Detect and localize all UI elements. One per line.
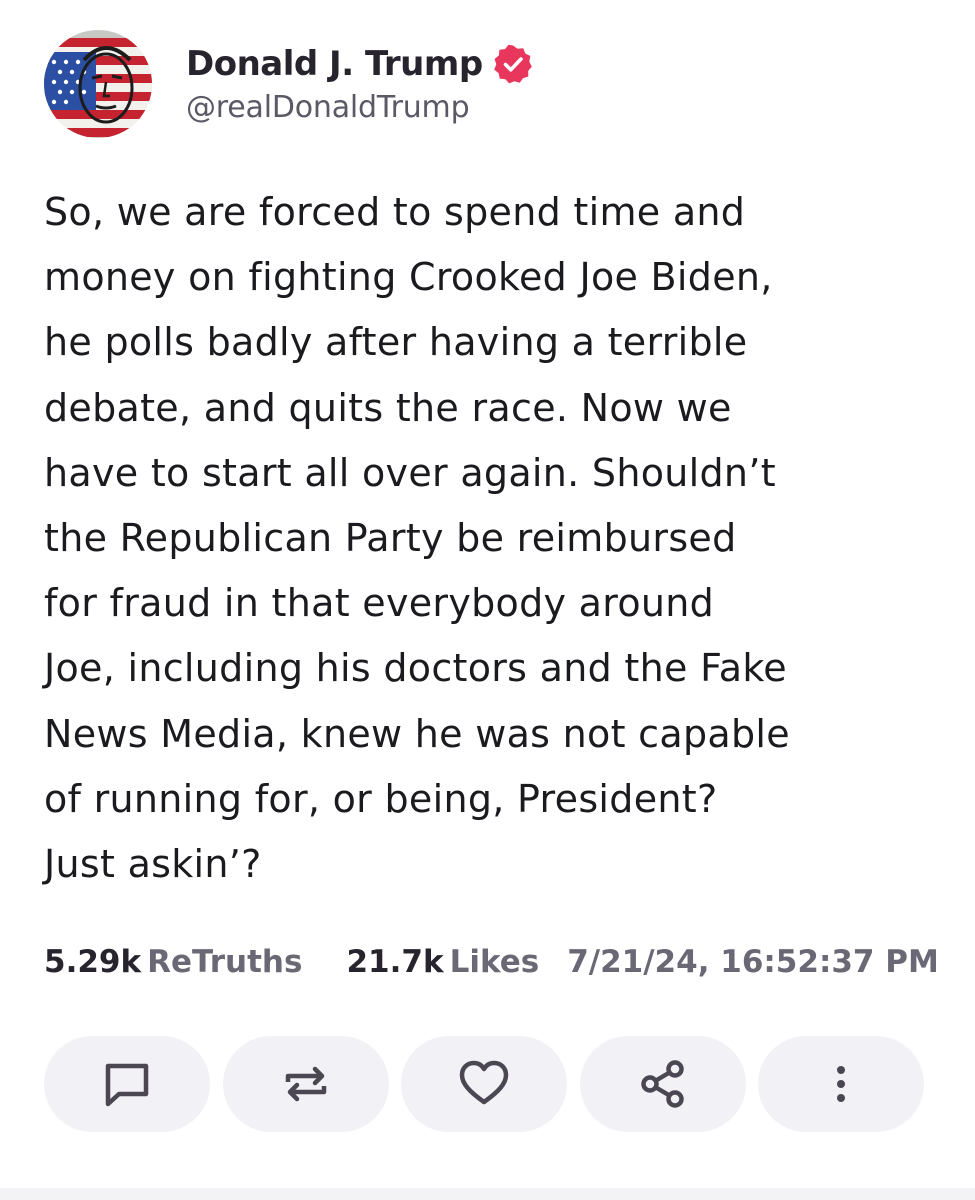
post-stats: 5.29k ReTruths 21.7k Likes 7/21/24, 16:5…: [44, 944, 939, 980]
truth-post: Donald J. Trump @realDonaldTrump So, we …: [0, 0, 975, 1200]
bottom-divider: [0, 1188, 975, 1200]
post-body: So, we are forced to spend time and mone…: [44, 180, 944, 897]
post-line: So, we are forced to spend time and: [44, 190, 746, 234]
action-bar: [44, 1036, 924, 1132]
post-header: Donald J. Trump @realDonaldTrump: [44, 28, 533, 140]
retruth-button[interactable]: [222, 1036, 389, 1132]
likes-label: Likes: [449, 944, 540, 980]
post-line: money on fighting Crooked Joe Biden,: [44, 255, 773, 300]
retruth-icon: [285, 1066, 326, 1102]
post-line: he polls badly after having a terrible: [44, 320, 748, 365]
verified-badge-icon: [493, 44, 532, 83]
avatar[interactable]: [44, 30, 152, 138]
reply-icon: [105, 1063, 149, 1107]
more-options-button[interactable]: [758, 1036, 924, 1132]
reply-button[interactable]: [44, 1036, 210, 1132]
like-button[interactable]: [401, 1036, 567, 1132]
likes-stat[interactable]: 21.7k Likes: [346, 944, 539, 980]
like-heart-icon: [459, 1060, 509, 1105]
name-row: Donald J. Trump: [186, 44, 533, 84]
post-line: Joe, including his doctors and the Fake: [44, 646, 787, 691]
post-line: of running for, or being, President?: [44, 776, 718, 821]
flag-face-avatar-icon: [44, 30, 152, 138]
display-name[interactable]: Donald J. Trump: [186, 44, 483, 84]
post-line: Just askin’?: [44, 842, 262, 887]
post-timestamp: 7/21/24, 16:52:37 PM: [567, 944, 939, 980]
more-options-icon: [837, 1066, 845, 1102]
post-line: News Media, knew he was not capable: [44, 711, 790, 756]
post-line: debate, and quits the race. Now we: [44, 385, 732, 430]
post-line: for fraud in that everybody around: [44, 581, 715, 626]
post-line: the Republican Party be reimbursed: [44, 516, 737, 561]
user-handle[interactable]: @realDonaldTrump: [186, 90, 533, 125]
retruths-count: 5.29k: [44, 944, 142, 980]
author-names: Donald J. Trump @realDonaldTrump: [186, 44, 533, 125]
share-button[interactable]: [579, 1036, 746, 1132]
post-line: have to start all over again. Shouldn’t: [44, 450, 776, 495]
retruths-stat[interactable]: 5.29k ReTruths: [44, 944, 302, 980]
retruths-label: ReTruths: [147, 944, 303, 980]
likes-count: 21.7k: [346, 944, 444, 980]
share-icon: [640, 1060, 684, 1108]
